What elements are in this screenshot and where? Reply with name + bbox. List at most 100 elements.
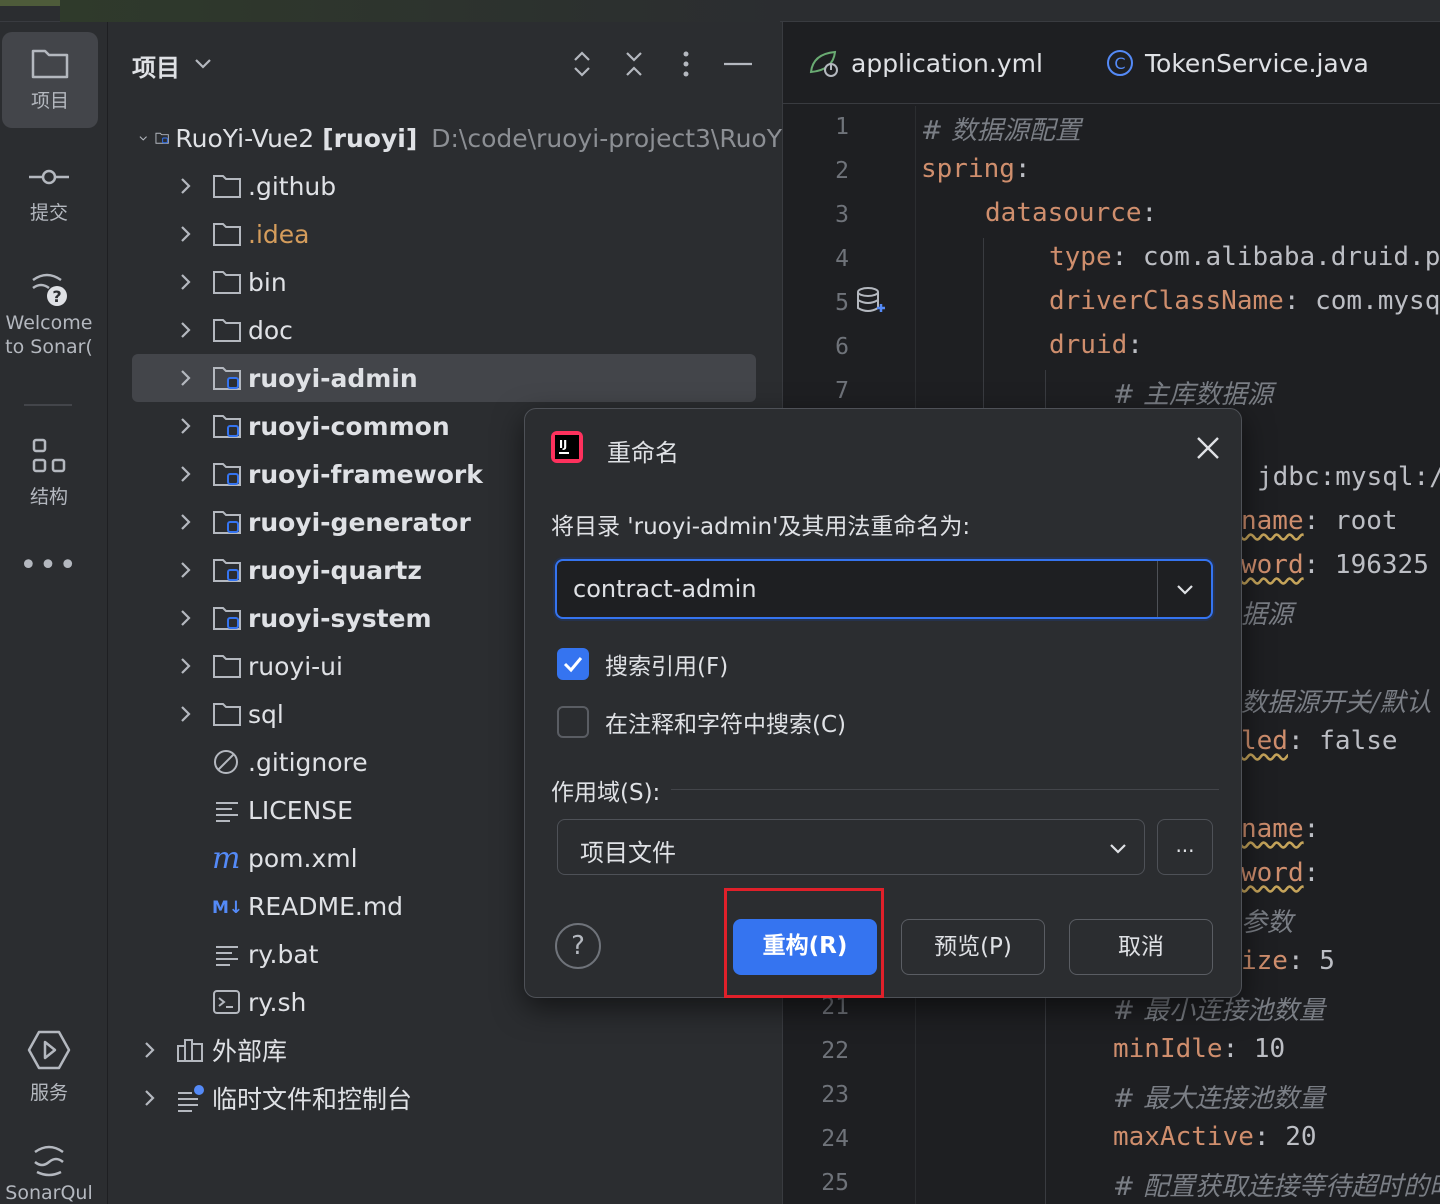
- tree-item-label: .idea: [248, 219, 310, 249]
- chevron-down-icon[interactable]: [192, 52, 214, 74]
- tree-item-label: LICENSE: [248, 795, 353, 825]
- chevron-right-icon[interactable]: [138, 1039, 160, 1061]
- tree-item-label: ruoyi-quartz: [248, 555, 422, 585]
- tree-item-label: bin: [248, 267, 287, 297]
- close-icon: [1197, 437, 1219, 459]
- chevron-right-icon[interactable]: [174, 271, 196, 293]
- activity-divider: [24, 404, 72, 406]
- editor-tabs: application.yml C TokenService.java: [783, 22, 1440, 104]
- yaml-value: 5: [1303, 946, 1335, 976]
- module-folder-icon: [213, 559, 241, 582]
- yaml-key: datasource: [985, 198, 1142, 228]
- maven-icon: m: [212, 844, 240, 872]
- code-comment: 参数: [1241, 908, 1294, 938]
- tree-item-bin[interactable]: bin: [108, 258, 782, 306]
- close-button[interactable]: [1193, 433, 1223, 463]
- tree-item-label: ruoyi-admin: [248, 363, 418, 393]
- search-comments-checkbox[interactable]: [557, 706, 589, 738]
- text-file-icon: [216, 802, 238, 822]
- line-number: 24: [821, 1126, 849, 1152]
- chevron-right-icon[interactable]: [174, 319, 196, 341]
- preview-button[interactable]: 预览(P): [901, 919, 1045, 975]
- collapse-all-button[interactable]: [616, 46, 652, 82]
- tree-item-ruoyi-admin[interactable]: ruoyi-admin: [108, 354, 782, 402]
- line-number: 4: [835, 246, 849, 272]
- code-line: 1 # 数据源配置: [783, 106, 1440, 150]
- yaml-colon: :: [1283, 286, 1300, 316]
- svg-text:C: C: [1114, 54, 1125, 73]
- hide-panel-button[interactable]: [720, 46, 756, 82]
- folder-icon: [31, 49, 69, 79]
- tree-item-doc[interactable]: doc: [108, 306, 782, 354]
- help-button[interactable]: ?: [555, 923, 601, 969]
- chevron-right-icon[interactable]: [174, 175, 196, 197]
- new-name-input[interactable]: [573, 569, 1153, 609]
- line-number: 7: [835, 378, 849, 404]
- code-line: 22 minIdle: 10: [783, 1030, 1440, 1074]
- yaml-colon: :: [1303, 506, 1320, 536]
- scope-label: 作用域(S):: [551, 780, 661, 806]
- search-references-option[interactable]: 搜索引用(F): [557, 647, 728, 681]
- code-line: 24 maxActive: 20: [783, 1118, 1440, 1162]
- yaml-colon: :: [1222, 1034, 1239, 1064]
- markdown-icon: M↓: [212, 898, 242, 918]
- tree-item-label: 临时文件和控制台: [212, 1085, 413, 1114]
- tree-root[interactable]: RuoYi-Vue2 [ruoyi] D:\code\ruoyi-project…: [108, 114, 782, 162]
- chevron-right-icon[interactable]: [174, 511, 196, 533]
- chevron-right-icon[interactable]: [138, 1087, 160, 1109]
- tree-item-github[interactable]: .github: [108, 162, 782, 210]
- expand-collapse-button[interactable]: [564, 46, 600, 82]
- search-comments-option[interactable]: 在注释和字符中搜索(C): [557, 705, 846, 739]
- cancel-button[interactable]: 取消: [1069, 919, 1213, 975]
- activity-label: SonarQul: [5, 1182, 93, 1204]
- tree-item-idea[interactable]: .idea: [108, 210, 782, 258]
- collapse-icon: [626, 52, 642, 76]
- scope-more-button[interactable]: ...: [1157, 819, 1213, 875]
- chevron-down-icon[interactable]: [138, 127, 148, 149]
- scope-select[interactable]: 项目文件: [557, 819, 1145, 875]
- expand-icon: [574, 51, 590, 77]
- activity-structure[interactable]: 结构: [0, 436, 98, 509]
- code-line: 25 # 配置获取连接等待超时的时: [783, 1162, 1440, 1204]
- chevron-right-icon[interactable]: [174, 607, 196, 629]
- code-comment: # 主库数据源: [1113, 380, 1274, 410]
- yaml-key: druid: [1049, 330, 1128, 360]
- module-folder-icon: [213, 607, 241, 630]
- line-number: 25: [821, 1170, 849, 1196]
- activity-bar: 项目 提交 ? Welcome to Sonar( 结构 ••• 服务 Sona…: [0, 22, 108, 1204]
- activity-sonarqube[interactable]: SonarQul: [0, 1140, 98, 1204]
- tree-item-external-libraries[interactable]: 外部库: [108, 1026, 782, 1074]
- chevron-right-icon[interactable]: [174, 223, 196, 245]
- activity-sonar-welcome[interactable]: ? Welcome to Sonar(: [0, 268, 98, 358]
- search-references-checkbox[interactable]: [557, 648, 589, 680]
- tree-item-scratches[interactable]: 临时文件和控制台: [108, 1074, 782, 1122]
- yaml-key: name: [1241, 506, 1304, 536]
- code-comment: # 配置获取连接等待超时的时: [1113, 1172, 1440, 1202]
- chevron-right-icon[interactable]: [174, 703, 196, 725]
- more-tools-button[interactable]: •••: [0, 548, 98, 583]
- yaml-colon: :: [1287, 946, 1304, 976]
- code-line: 23 # 最大连接池数量: [783, 1074, 1440, 1118]
- chevron-right-icon[interactable]: [174, 559, 196, 581]
- yaml-colon: :: [1303, 814, 1320, 844]
- options-button[interactable]: [668, 46, 704, 82]
- tab-application-yml[interactable]: application.yml: [807, 48, 1043, 78]
- chevron-right-icon[interactable]: [174, 655, 196, 677]
- project-panel-header: 项目: [108, 22, 782, 106]
- chevron-right-icon[interactable]: [174, 463, 196, 485]
- tree-item-label: ruoyi-system: [248, 603, 432, 633]
- activity-services[interactable]: 服务: [0, 1028, 98, 1105]
- chevron-right-icon[interactable]: [174, 415, 196, 437]
- new-name-combo[interactable]: [555, 559, 1213, 619]
- intellij-logo-icon: IJ: [551, 431, 583, 463]
- tab-tokenservice-java[interactable]: C TokenService.java: [1105, 48, 1369, 78]
- tree-item-label: doc: [248, 315, 293, 345]
- tree-item-label: ruoyi-generator: [248, 507, 471, 537]
- project-panel-title[interactable]: 项目: [132, 48, 180, 83]
- chevron-right-icon[interactable]: [174, 367, 196, 389]
- module-folder-icon: [155, 132, 169, 144]
- chevron-down-icon[interactable]: [1173, 577, 1197, 601]
- activity-project[interactable]: 项目: [2, 32, 98, 128]
- library-icon: [177, 1039, 203, 1062]
- activity-commit[interactable]: 提交: [0, 162, 98, 225]
